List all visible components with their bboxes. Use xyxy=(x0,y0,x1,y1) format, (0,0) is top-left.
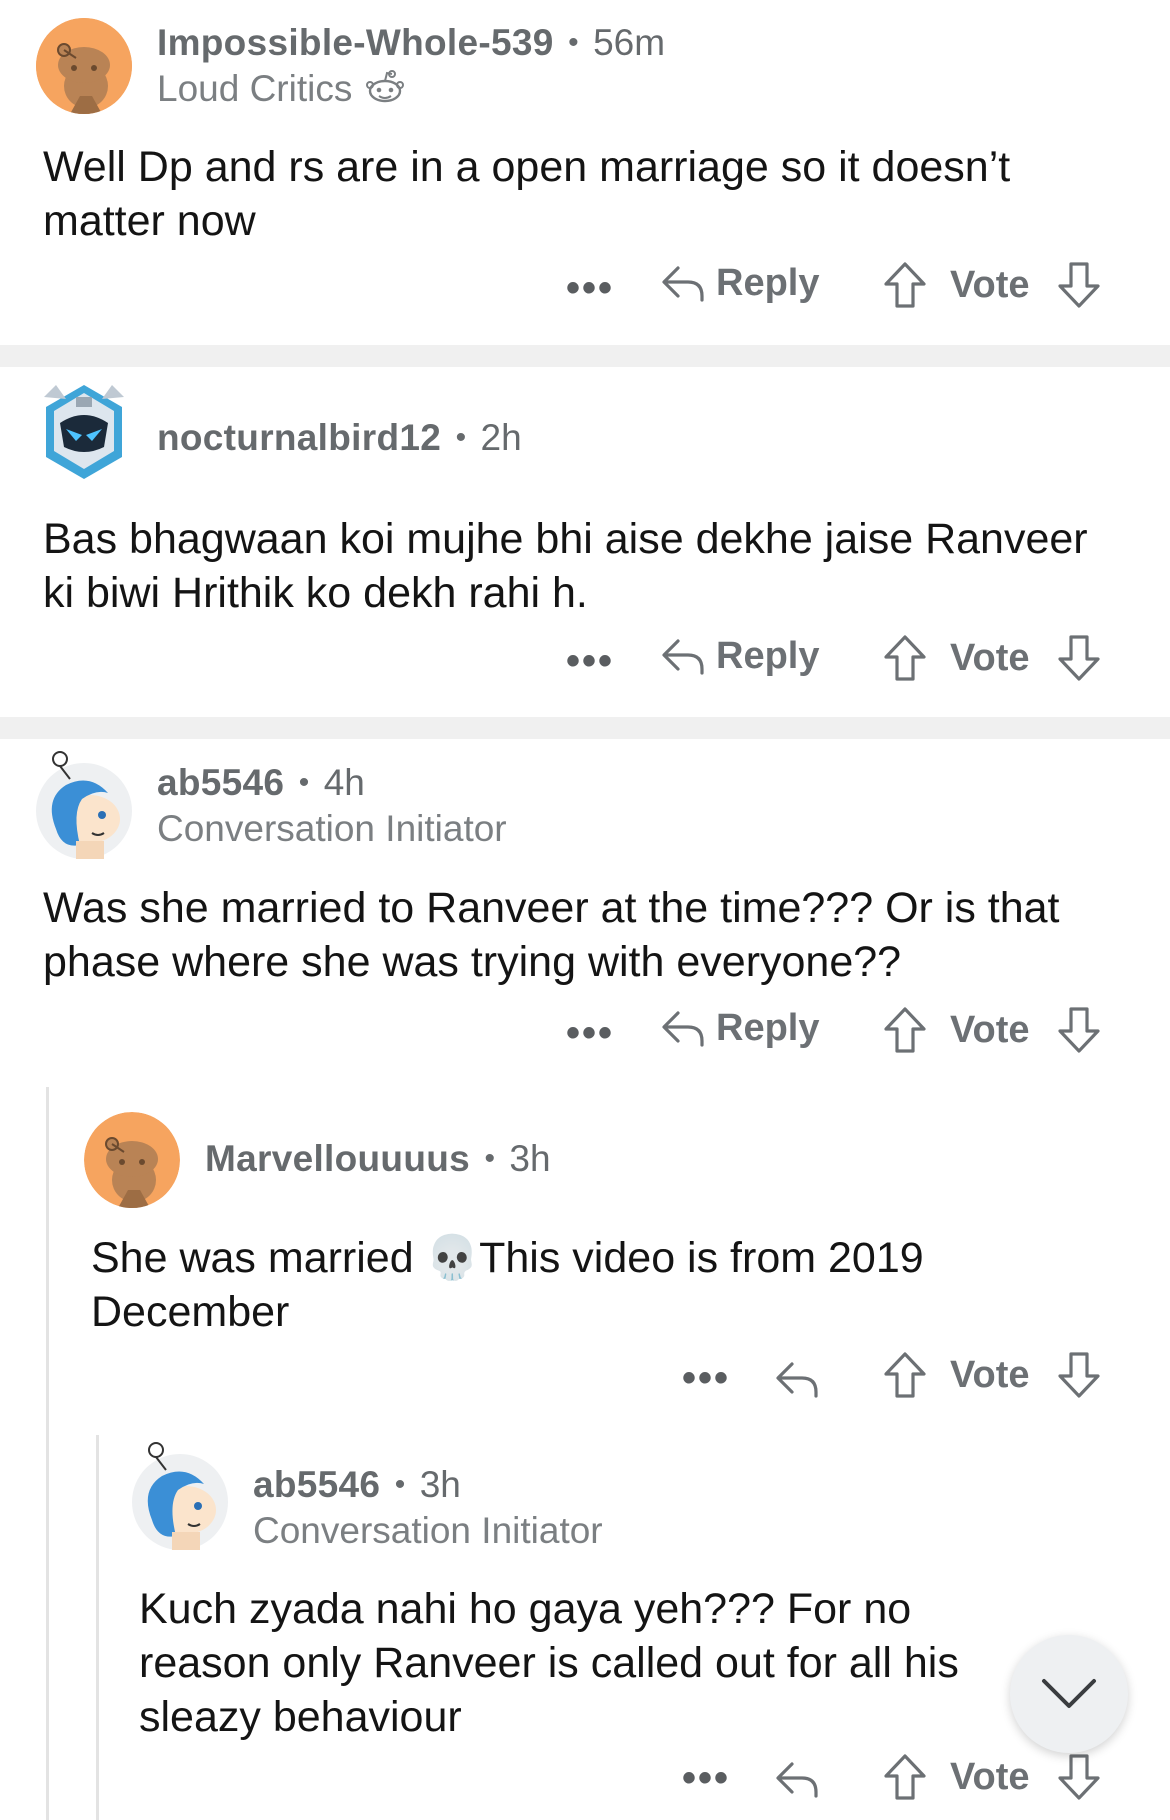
snoo-avatar-icon xyxy=(36,18,132,114)
timestamp: 3h xyxy=(509,1138,551,1179)
reply-icon xyxy=(662,1011,704,1047)
comment-body: Was she married to Ranveer at the time??… xyxy=(43,884,1060,986)
comment-meta: Impossible-Whole-539 • 56m xyxy=(157,22,665,64)
reply-label: Reply xyxy=(716,261,820,304)
skull-emoji: 💀 xyxy=(425,1233,480,1283)
user-flair: Loud Critics xyxy=(157,68,405,110)
upvote-icon[interactable] xyxy=(882,1752,928,1802)
reply-label: Reply xyxy=(716,634,820,677)
reply-label: Reply xyxy=(716,1006,820,1049)
upvote-icon[interactable] xyxy=(882,1350,928,1400)
vote-label: Vote xyxy=(950,1353,1030,1396)
timestamp: 2h xyxy=(480,417,522,458)
blue-hair-snoo-avatar-icon xyxy=(36,751,132,859)
vote-label: Vote xyxy=(950,636,1030,679)
chevron-down-icon xyxy=(1042,1679,1096,1708)
comment-meta: ab5546 • 4h xyxy=(157,762,365,804)
separator-dot: • xyxy=(484,1142,495,1175)
comment-body: Bas bhagwaan koi mujhe bhi aise dekhe ja… xyxy=(43,515,1088,617)
downvote-icon[interactable] xyxy=(1056,633,1102,683)
upvote-icon[interactable] xyxy=(882,1005,928,1055)
vote-label: Vote xyxy=(950,1755,1030,1798)
reply-button[interactable]: Reply xyxy=(660,260,819,306)
flair-text: Loud Critics xyxy=(157,68,353,109)
username[interactable]: Impossible-Whole-539 xyxy=(157,22,554,63)
comment-2: nocturnalbird12 • 2h Bas bhagwaan koi mu… xyxy=(0,367,1170,717)
reply-icon[interactable] xyxy=(774,1756,820,1802)
more-options-button[interactable]: ••• xyxy=(682,1356,730,1401)
snoo-face-icon xyxy=(365,70,404,103)
timestamp: 4h xyxy=(323,762,365,803)
separator-dot: • xyxy=(455,421,467,454)
robot-helmet-avatar-icon xyxy=(44,385,124,479)
reply-icon xyxy=(662,639,704,675)
timestamp: 3h xyxy=(419,1464,461,1505)
avatar[interactable] xyxy=(36,749,132,859)
comment-1: Impossible-Whole-539 • 56m Loud Critics … xyxy=(0,0,1170,345)
vote-controls: Vote xyxy=(882,633,1102,683)
user-flair: Conversation Initiator xyxy=(157,808,507,849)
vote-controls: Vote xyxy=(882,260,1102,310)
timestamp: 56m xyxy=(593,22,666,63)
username[interactable]: ab5546 xyxy=(157,762,284,803)
comment-meta: nocturnalbird12 • 2h xyxy=(157,417,522,459)
downvote-icon[interactable] xyxy=(1056,1005,1102,1055)
comment-5: ab5546 • 3h Conversation Initiator Kuch … xyxy=(0,1440,1170,1820)
avatar[interactable] xyxy=(132,1440,228,1550)
comment-body: Kuch zyada nahi ho gaya yeh??? For no re… xyxy=(139,1585,959,1741)
downvote-icon[interactable] xyxy=(1056,260,1102,310)
username[interactable]: Marvellouuuus xyxy=(205,1138,470,1179)
reply-icon[interactable] xyxy=(774,1356,820,1402)
vote-controls: Vote xyxy=(882,1752,1102,1802)
next-comment-button[interactable] xyxy=(1010,1635,1128,1753)
vote-controls: Vote xyxy=(882,1350,1102,1400)
vote-label: Vote xyxy=(950,263,1030,306)
separator-dot: • xyxy=(298,766,310,799)
downvote-icon[interactable] xyxy=(1056,1752,1102,1802)
username[interactable]: ab5546 xyxy=(253,1464,380,1505)
avatar[interactable] xyxy=(84,1112,180,1208)
reply-icon xyxy=(662,266,704,302)
more-options-button[interactable]: ••• xyxy=(566,266,614,311)
comment-meta: ab5546 • 3h xyxy=(253,1464,461,1506)
comment-divider xyxy=(0,345,1170,367)
comment-4: Marvellouuuus • 3h She was married 💀This… xyxy=(0,1090,1170,1440)
downvote-icon[interactable] xyxy=(1056,1350,1102,1400)
snoo-avatar-icon xyxy=(84,1112,180,1208)
separator-dot: • xyxy=(568,26,579,59)
separator-dot: • xyxy=(394,1468,406,1501)
more-options-button[interactable]: ••• xyxy=(682,1756,730,1801)
user-flair: Conversation Initiator xyxy=(253,1510,603,1551)
avatar[interactable] xyxy=(36,18,132,114)
vote-controls: Vote xyxy=(882,1005,1102,1055)
comment-body: Well Dp and rs are in a open marriage so… xyxy=(43,143,1011,245)
comment-3: ab5546 • 4h Conversation Initiator Was s… xyxy=(0,739,1170,1079)
reply-button[interactable]: Reply xyxy=(660,1005,819,1051)
avatar[interactable] xyxy=(36,377,132,479)
upvote-icon[interactable] xyxy=(882,633,928,683)
comment-body: She was married 💀This video is from 2019… xyxy=(91,1231,1130,1339)
comment-divider xyxy=(0,717,1170,739)
more-options-button[interactable]: ••• xyxy=(566,639,614,684)
blue-hair-snoo-avatar-icon xyxy=(132,1442,228,1550)
comment-text: She was married xyxy=(91,1234,426,1282)
upvote-icon[interactable] xyxy=(882,260,928,310)
username[interactable]: nocturnalbird12 xyxy=(157,417,441,458)
vote-label: Vote xyxy=(950,1008,1030,1051)
more-options-button[interactable]: ••• xyxy=(566,1011,614,1056)
comment-meta: Marvellouuuus • 3h xyxy=(205,1138,551,1180)
reply-button[interactable]: Reply xyxy=(660,633,819,679)
